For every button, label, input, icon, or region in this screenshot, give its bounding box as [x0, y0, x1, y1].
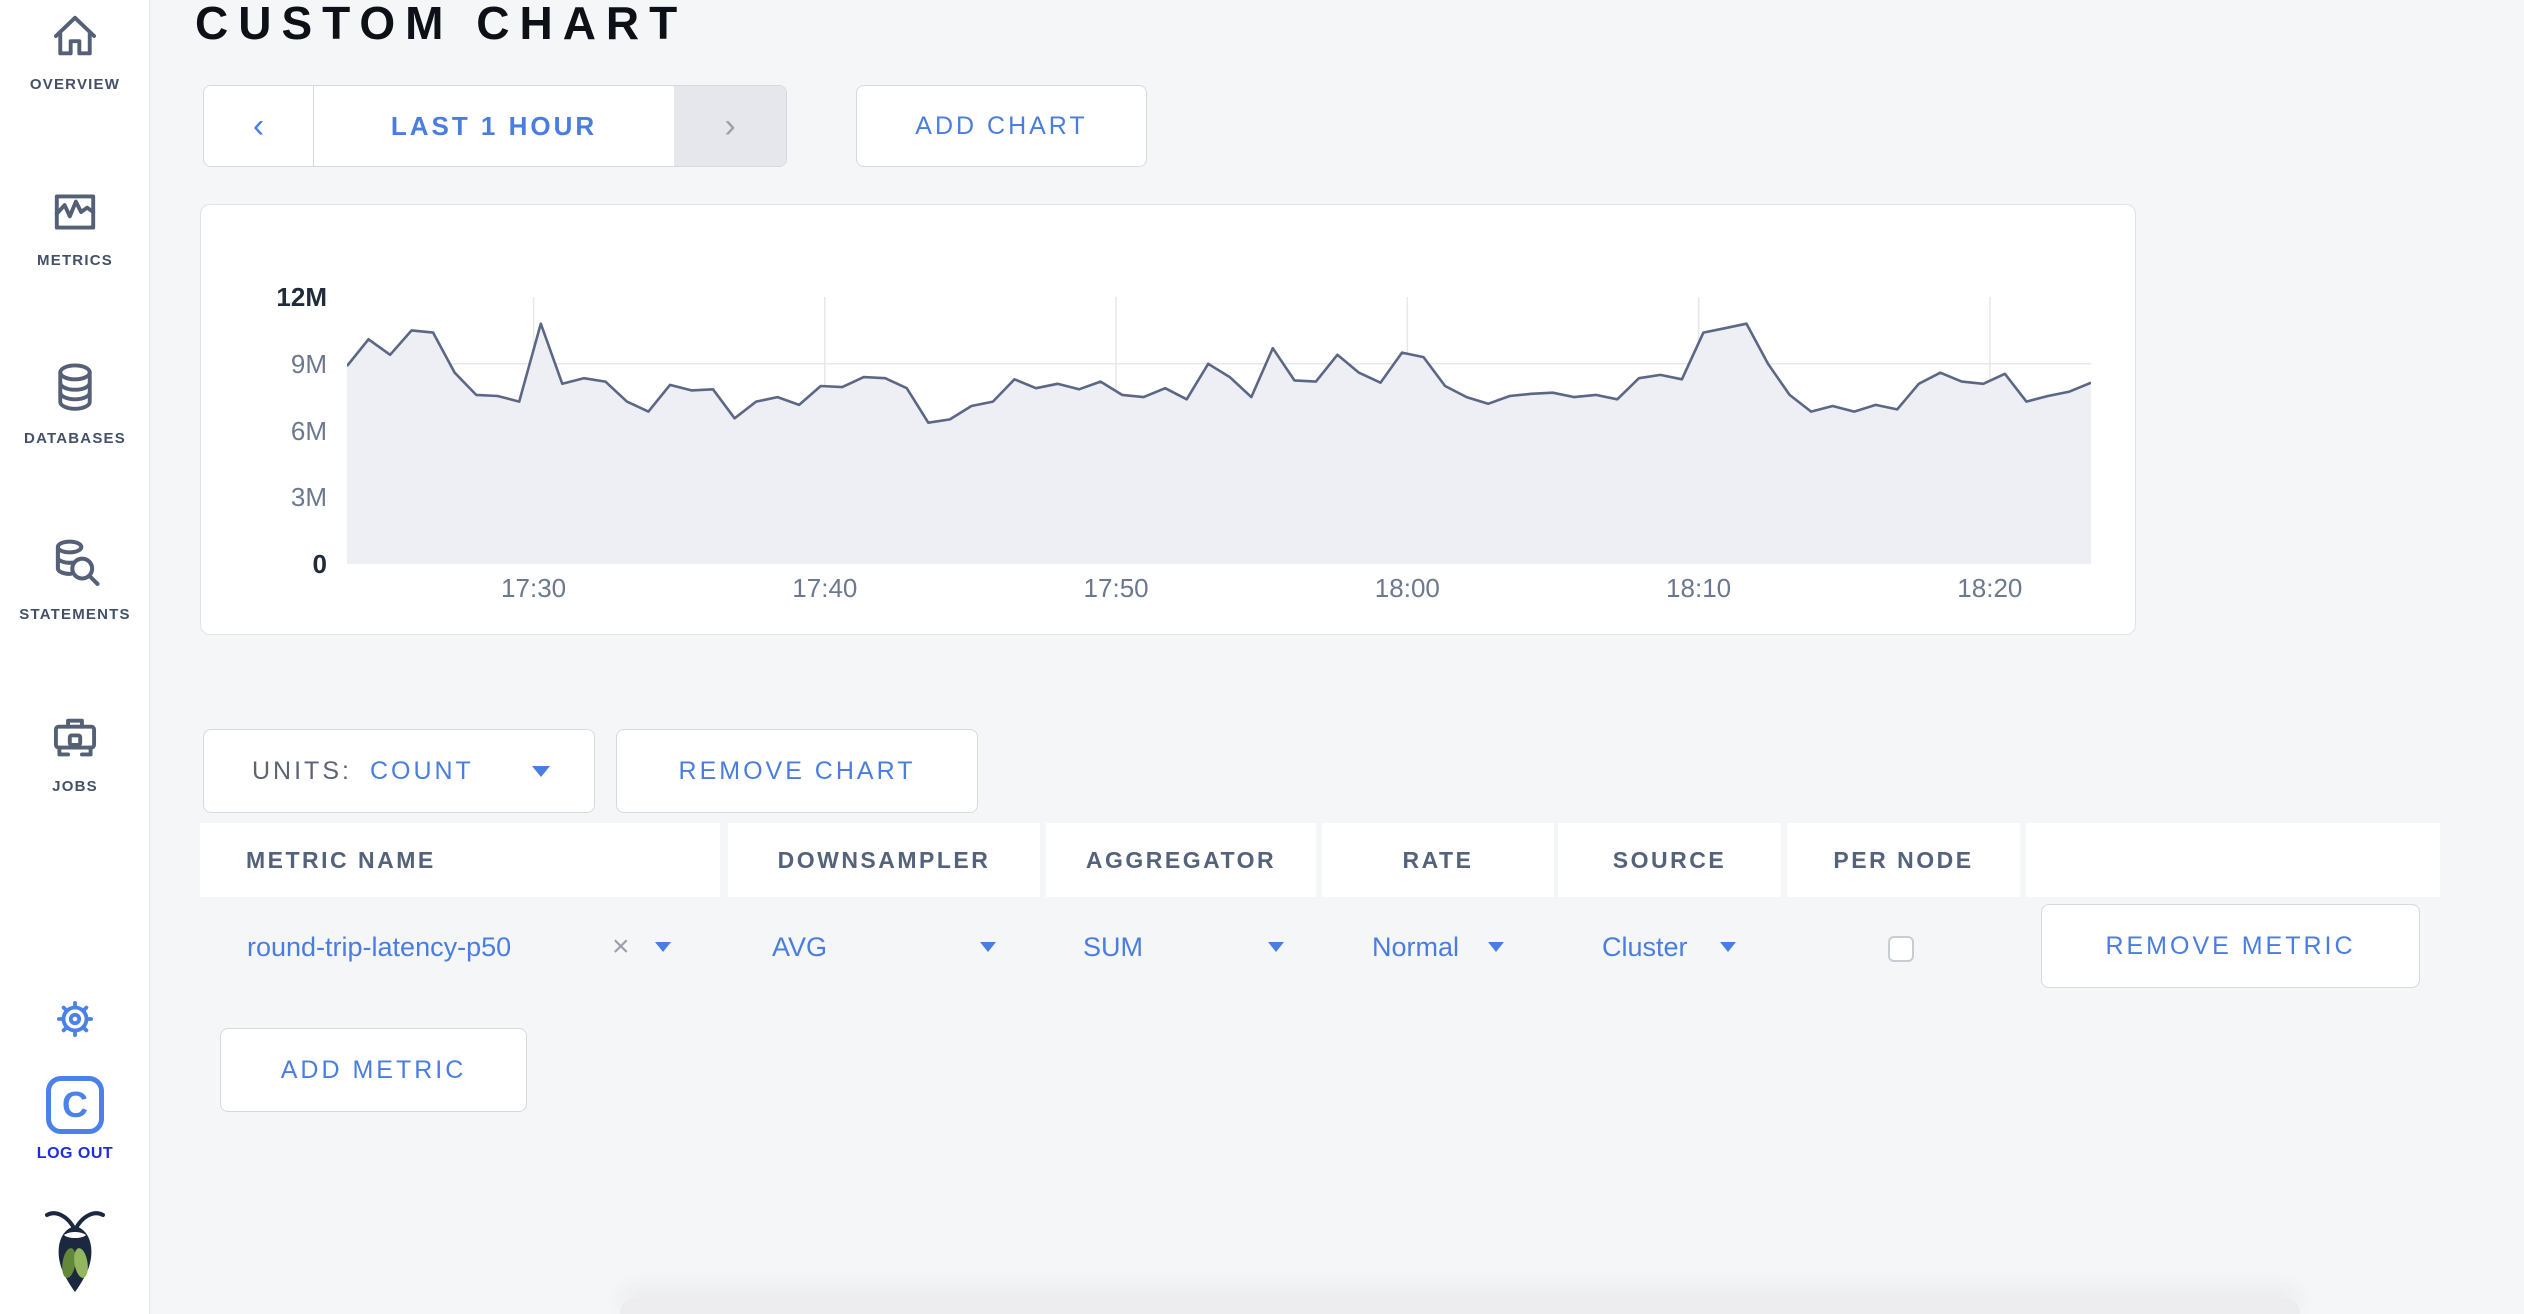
sidebar-item-databases[interactable]: DATABASES [0, 360, 150, 447]
aggregator-value: SUM [1083, 931, 1143, 962]
gear-icon [56, 1000, 94, 1038]
sidebar-item-label: OVERVIEW [29, 76, 121, 93]
header-metric-name: METRIC NAME [200, 823, 720, 897]
cockroach-bug-icon [45, 1211, 105, 1292]
source-value: Cluster [1602, 931, 1688, 962]
rate-select[interactable]: Normal [1372, 897, 1459, 997]
rate-value: Normal [1372, 931, 1460, 962]
sidebar-item-label: STATEMENTS [19, 606, 131, 623]
time-range-selector: ‹ LAST 1 HOUR › [203, 85, 787, 167]
database-icon [58, 363, 92, 411]
header-actions [2026, 823, 2440, 897]
cockroach-c-logo: C [46, 1076, 104, 1134]
header-source: SOURCE [1558, 823, 1781, 897]
sidebar-item-statements[interactable]: STATEMENTS [0, 538, 150, 623]
time-prev-button[interactable]: ‹ [204, 86, 314, 166]
chevron-down-icon [1268, 942, 1284, 952]
sidebar-item-label: DATABASES [24, 430, 126, 447]
y-axis-tick: 6M [290, 415, 327, 446]
logout-button[interactable]: C LOG OUT [0, 1076, 150, 1163]
rate-caret[interactable] [1488, 897, 1504, 997]
sidebar-item-overview[interactable]: OVERVIEW [0, 10, 150, 93]
chart-plot [347, 297, 2091, 564]
cockroach-bug-logo [0, 1208, 150, 1299]
header-aggregator: AGGREGATOR [1046, 823, 1316, 897]
header-rate: RATE [1322, 823, 1554, 897]
metric-name-select[interactable]: round-trip-latency-p50 [247, 932, 511, 963]
per-node-checkbox[interactable] [1888, 936, 1914, 962]
chevron-down-icon [655, 942, 671, 952]
source-select[interactable]: Cluster [1602, 897, 1688, 997]
add-metric-button[interactable]: ADD METRIC [220, 1028, 527, 1112]
chevron-right-icon: › [724, 106, 736, 145]
x-axis-tick: 18:20 [1957, 573, 2023, 603]
chevron-down-icon [1488, 942, 1504, 952]
chart-y-labels: 12M 9M 6M 3M 0 [237, 283, 337, 578]
y-axis-tick: 12M [276, 282, 327, 312]
next-card-edge [620, 1298, 2300, 1314]
y-axis-tick: 3M [290, 482, 327, 513]
clear-x-icon: × [612, 930, 630, 963]
sidebar: OVERVIEW METRICS DATABASES STATEMENTS JO… [0, 0, 150, 1314]
sidebar-item-label: METRICS [37, 252, 113, 269]
time-next-button[interactable]: › [674, 86, 786, 166]
x-axis-tick: 17:30 [501, 573, 567, 603]
chart-plot-svg [347, 297, 2091, 564]
x-axis-tick: 18:00 [1374, 573, 1440, 603]
units-label: UNITS: [252, 756, 352, 785]
header-per-node: PER NODE [1787, 823, 2020, 897]
x-axis-tick: 17:50 [1083, 573, 1149, 603]
chevron-down-icon [1720, 942, 1736, 952]
remove-metric-button[interactable]: REMOVE METRIC [2041, 904, 2420, 988]
chevron-down-icon [980, 942, 996, 952]
downsampler-select[interactable]: AVG [772, 897, 827, 997]
logo-letter: C [62, 1084, 88, 1125]
statements-icon [55, 539, 100, 586]
x-axis-tick: 17:40 [792, 573, 858, 603]
time-range-dropdown[interactable]: LAST 1 HOUR [314, 86, 674, 166]
table-row-metric-name: round-trip-latency-p50 [247, 897, 511, 997]
header-downsampler: DOWNSAMPLER [728, 823, 1040, 897]
metric-clear[interactable]: × [612, 897, 630, 997]
jobs-icon [53, 718, 97, 757]
settings-button[interactable] [0, 996, 150, 1047]
chart-card: 12M 9M 6M 3M 0 17:30 17:40 17:50 18:00 18:10 18:2… [200, 204, 2136, 635]
units-value: COUNT [369, 756, 474, 785]
y-axis-tick: 9M [290, 348, 327, 379]
page-title: CUSTOM CHART [195, 0, 688, 49]
sidebar-item-label: JOBS [52, 778, 98, 795]
metrics-icon [54, 194, 96, 230]
sidebar-item-metrics[interactable]: METRICS [0, 186, 150, 269]
x-axis-tick: 18:10 [1666, 573, 1732, 603]
units-dropdown[interactable]: UNITS: COUNT [203, 729, 595, 813]
aggregator-select[interactable]: SUM [1083, 897, 1143, 997]
source-caret[interactable] [1720, 897, 1736, 997]
home-icon [53, 15, 97, 56]
chart-x-labels: 17:30 17:40 17:50 18:00 18:10 18:20 [347, 573, 2091, 603]
downsampler-caret[interactable] [980, 897, 996, 997]
sidebar-item-jobs[interactable]: JOBS [0, 712, 150, 795]
logout-label: LOG OUT [36, 1145, 114, 1162]
aggregator-caret[interactable] [1268, 897, 1284, 997]
remove-chart-button[interactable]: REMOVE CHART [616, 729, 978, 813]
metric-name-caret[interactable] [655, 897, 671, 997]
chevron-down-icon [532, 765, 550, 777]
downsampler-value: AVG [772, 931, 828, 962]
y-axis-tick: 0 [312, 549, 327, 579]
chevron-left-icon: ‹ [252, 106, 265, 145]
add-chart-button[interactable]: ADD CHART [856, 85, 1147, 167]
